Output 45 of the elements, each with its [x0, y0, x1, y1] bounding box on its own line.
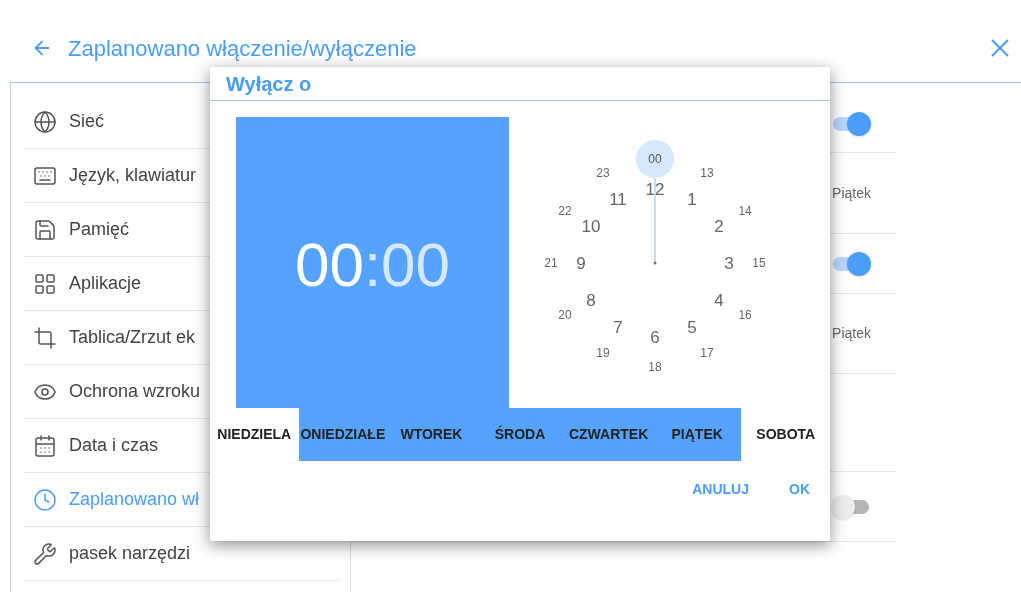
- day-text: Piątek: [832, 324, 871, 343]
- clock-number[interactable]: 4: [714, 291, 724, 309]
- toggle-switch[interactable]: [831, 111, 871, 136]
- clock-number[interactable]: 22: [558, 205, 572, 217]
- page-title: Zaplanowano włączenie/wyłączenie: [68, 34, 417, 63]
- crop-icon: [33, 325, 57, 350]
- clock-number[interactable]: 21: [544, 257, 558, 269]
- clock-number[interactable]: 7: [613, 318, 623, 336]
- day-option[interactable]: NIEDZIELA: [210, 408, 299, 461]
- clock-number[interactable]: 16: [738, 309, 752, 321]
- clock-icon: [33, 487, 57, 512]
- clock-number[interactable]: 8: [586, 291, 596, 309]
- grid-icon: [33, 271, 57, 296]
- day-option[interactable]: CZWARTEK: [564, 408, 653, 461]
- calendar-icon: [33, 433, 57, 458]
- clock-number[interactable]: 10: [581, 217, 601, 235]
- day-option[interactable]: ONIEDZIAŁE: [298, 408, 388, 461]
- clock-number[interactable]: 9: [576, 254, 586, 272]
- day-option[interactable]: PIĄTEK: [652, 408, 742, 461]
- clock-number[interactable]: 1: [687, 190, 697, 208]
- toggle-switch[interactable]: [831, 494, 871, 519]
- clock-number[interactable]: 6: [650, 328, 660, 346]
- clock-number[interactable]: 19: [596, 347, 610, 360]
- time-separator: :: [363, 228, 382, 301]
- clock-number[interactable]: 2: [714, 217, 724, 235]
- clock-number[interactable]: 15: [752, 257, 766, 269]
- clock-number[interactable]: 5: [687, 318, 697, 336]
- day-option[interactable]: WTOREK: [387, 408, 476, 461]
- globe-icon: [33, 109, 57, 134]
- clock-number[interactable]: 17: [700, 347, 714, 360]
- clock-number[interactable]: 14: [738, 205, 752, 217]
- toggle-switch[interactable]: [831, 251, 871, 276]
- day-option[interactable]: ŚRODA: [475, 408, 565, 461]
- clock-number[interactable]: 12: [645, 180, 665, 198]
- clock-number[interactable]: 18: [648, 361, 662, 373]
- clock-number[interactable]: 23: [596, 166, 610, 179]
- dialog-title: Wyłącz o: [226, 71, 312, 97]
- clock-number[interactable]: 11: [609, 190, 627, 208]
- clock-number[interactable]: 3: [724, 254, 734, 272]
- wrench-icon: [33, 541, 57, 566]
- day-text: Piątek: [832, 183, 871, 203]
- clock-number[interactable]: 13: [700, 166, 714, 179]
- floppy-icon: [33, 217, 57, 242]
- clock-number[interactable]: 20: [558, 309, 572, 321]
- clock-number[interactable]: 00: [636, 140, 674, 178]
